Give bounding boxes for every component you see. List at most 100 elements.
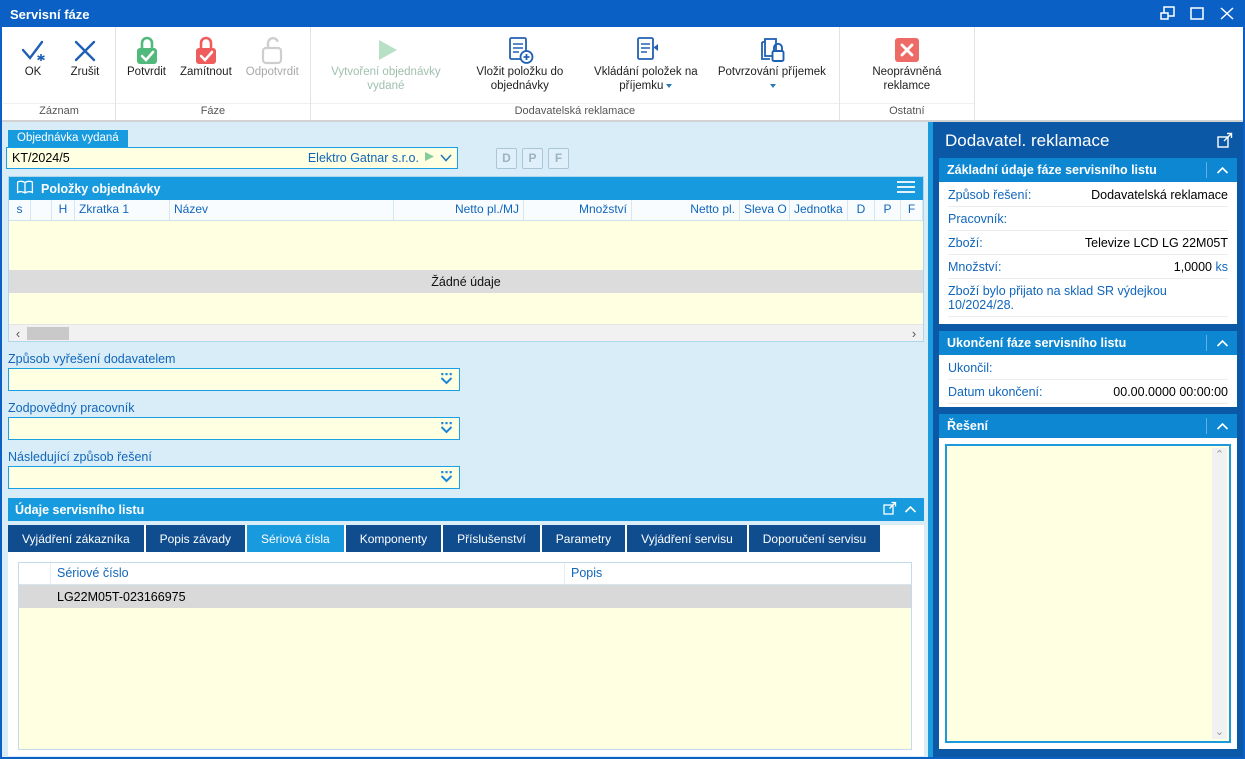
tab-doporuceni-servisu[interactable]: Doporučení servisu (749, 525, 880, 552)
solution-textarea[interactable]: ⌃ ⌄ (945, 444, 1231, 743)
column-header[interactable]: s (9, 200, 31, 220)
description-column-header[interactable]: Popis (565, 563, 911, 584)
tab-seriova-cisla[interactable]: Sériová čísla (247, 525, 344, 552)
column-header[interactable]: Množství (524, 200, 632, 220)
ribbon-group-label: Dodavatelská reklamace (311, 103, 839, 120)
service-sheet-title: Údaje servisního listu (15, 503, 144, 517)
x-icon (71, 34, 99, 66)
confirm-button[interactable]: Potvrdit (120, 32, 173, 82)
column-header[interactable]: F (901, 200, 923, 220)
flag-d-button[interactable]: D (496, 148, 517, 169)
tab-komponenty[interactable]: Komponenty (346, 525, 441, 552)
unauthorized-claim-button[interactable]: Neoprávněná reklamce (844, 32, 970, 95)
insert-item-to-order-button[interactable]: Vložit položku do objednávky (457, 32, 583, 95)
issued-order-tab: Objednávka vydaná (8, 130, 128, 147)
column-header[interactable]: Jednotka (790, 200, 848, 220)
combo-dropdown-icon[interactable] (439, 372, 454, 388)
service-phase-window: Servisní fáze OK Zrušit Záznam (0, 0, 1245, 759)
cancel-button[interactable]: Zrušit (59, 32, 111, 82)
flag-f-button[interactable]: F (548, 148, 569, 169)
goto-supplier-icon[interactable] (424, 151, 435, 165)
create-issued-order-button[interactable]: Vytvoření objednávky vydané (315, 32, 457, 95)
column-header[interactable]: Zkratka 1 (75, 200, 170, 220)
column-header[interactable]: Název (170, 200, 394, 220)
combo-dropdown-icon[interactable] (439, 470, 454, 486)
column-header[interactable]: H (52, 200, 75, 220)
column-header[interactable]: Netto pl./MJ (394, 200, 524, 220)
serial-table-row[interactable]: LG22M05T-023166975 (19, 585, 911, 608)
tab-parametry[interactable]: Parametry (542, 525, 625, 552)
basic-phase-section-header[interactable]: Základní údaje fáze servisního listu (939, 158, 1237, 182)
row-value: 1,0000 ks (1174, 260, 1228, 274)
window-controls (1159, 8, 1235, 22)
tab-vyjadreni-zakaznika[interactable]: Vyjádření zákazníka (8, 525, 144, 552)
lock-check-red-icon (192, 34, 220, 66)
next-resolution-combo[interactable] (8, 466, 460, 489)
column-header[interactable] (31, 200, 52, 220)
serial-numbers-tab-content: Sériové číslo Popis LG22M05T-023166975 (8, 552, 924, 756)
vertical-scrollbar[interactable]: ⌃ ⌄ (1212, 448, 1227, 739)
popout-icon[interactable] (1217, 132, 1233, 151)
combo-dropdown-icon[interactable] (439, 421, 454, 437)
tab-vyjadreni-servisu[interactable]: Vyjádření servisu (627, 525, 747, 552)
serial-number-column-header[interactable]: Sériové číslo (51, 563, 565, 584)
reject-button[interactable]: Zamítnout (173, 32, 239, 82)
order-combo-chevron-icon[interactable] (440, 151, 452, 165)
order-number: KT/2024/5 (12, 151, 303, 165)
phase-finish-section-header[interactable]: Ukončení fáze servisního listu (939, 331, 1237, 355)
maximize-window-button[interactable] (1189, 8, 1205, 22)
stock-receipt-note: Zboží bylo přijato na sklad SR výdejkou … (948, 279, 1228, 317)
scroll-down-icon[interactable]: ⌄ (1215, 727, 1224, 737)
close-icon (1220, 7, 1234, 23)
row-label: Zboží: (948, 236, 983, 250)
confirm-button-label: Potvrdit (127, 66, 166, 80)
column-header[interactable]: D (848, 200, 875, 220)
scrollbar-thumb[interactable] (27, 327, 69, 340)
tab-prislusenstvi[interactable]: Příslušenství (443, 525, 540, 552)
serial-numbers-table: Sériové číslo Popis LG22M05T-023166975 (18, 562, 912, 750)
confirm-receipts-button[interactable]: Potvrzování příjemek (709, 32, 835, 95)
dropdown-caret-icon (770, 84, 776, 88)
row-label: Pracovník: (948, 212, 1007, 226)
horizontal-scrollbar[interactable]: ‹ › (9, 324, 923, 341)
serial-table-empty-area (19, 608, 911, 749)
responsible-worker-combo[interactable] (8, 417, 460, 440)
collapse-chevron-icon[interactable] (1206, 162, 1229, 178)
collapse-chevron-icon[interactable] (1206, 418, 1229, 434)
popout-icon[interactable] (883, 501, 897, 518)
info-row: Způsob řešení: Dodavatelská reklamace (948, 183, 1228, 207)
ribbon-group-dodavatelska-reklamace: Vytvoření objednávky vydané Vložit polož… (311, 27, 840, 120)
row-label: Ukončil: (948, 361, 992, 375)
column-header[interactable]: P (875, 200, 901, 220)
restore-icon (1160, 6, 1175, 23)
flag-p-button[interactable]: P (522, 148, 543, 169)
collapse-chevron-icon[interactable] (904, 503, 917, 517)
restore-window-button[interactable] (1159, 8, 1175, 22)
basic-phase-section-title: Základní údaje fáze servisního listu (947, 163, 1157, 177)
solution-section-header[interactable]: Řešení (939, 414, 1237, 438)
order-items-title: Položky objednávky (41, 182, 160, 196)
ok-button[interactable]: OK (7, 32, 59, 82)
collapse-chevron-icon[interactable] (1206, 335, 1229, 351)
issued-order-combo[interactable]: KT/2024/5 Elektro Gatnar s.r.o. (6, 147, 458, 169)
scroll-up-icon[interactable]: ⌃ (1215, 450, 1224, 460)
insert-items-to-receipt-button[interactable]: Vkládání položek na příjemku (583, 32, 709, 95)
info-row: Zboží: Televize LCD LG 22M05T (948, 231, 1228, 255)
service-sheet-header: Údaje servisního listu (8, 498, 924, 521)
grid-menu-icon[interactable] (896, 180, 916, 197)
order-items-body: Žádné údaje (9, 221, 923, 324)
scroll-left-icon[interactable]: ‹ (9, 326, 27, 341)
column-header[interactable]: Sleva O (740, 200, 790, 220)
service-sheet-tabs: Vyjádření zákazníka Popis závady Sériová… (8, 525, 924, 552)
close-window-button[interactable] (1219, 8, 1235, 22)
column-header[interactable]: Netto pl. (632, 200, 740, 220)
tab-popis-zavady[interactable]: Popis závady (146, 525, 245, 552)
maximize-icon (1190, 7, 1204, 23)
document-arrow-icon (631, 34, 661, 66)
serial-number-cell: LG22M05T-023166975 (19, 590, 186, 604)
play-icon (372, 34, 400, 66)
scroll-right-icon[interactable]: › (905, 326, 923, 341)
document-plus-icon (505, 34, 535, 66)
supplier-resolution-combo[interactable] (8, 368, 460, 391)
unconfirm-button[interactable]: Odpotvrdit (239, 32, 306, 82)
